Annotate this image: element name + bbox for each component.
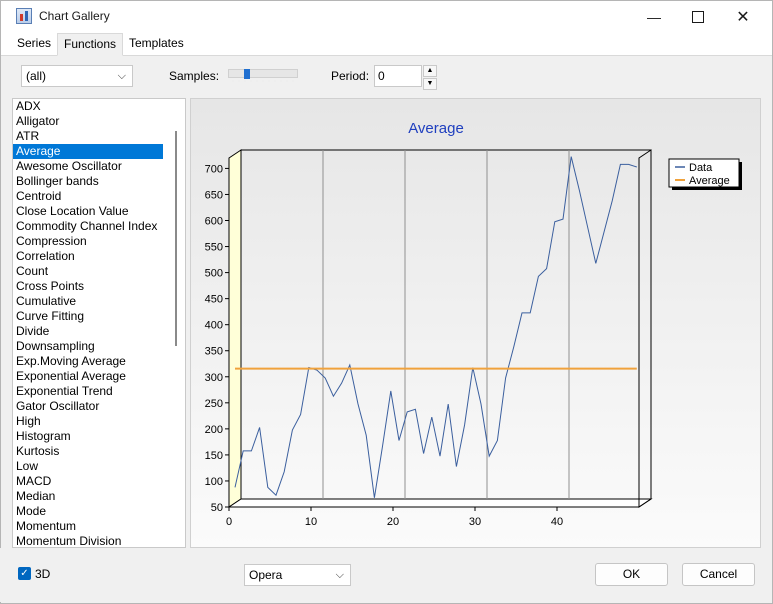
x-tick-label: 30 xyxy=(469,516,481,528)
samples-slider[interactable] xyxy=(228,69,298,78)
y-tick-label: 150 xyxy=(205,450,223,462)
y-tick-label: 400 xyxy=(205,320,223,332)
function-item[interactable]: High xyxy=(13,414,163,429)
spin-up-icon[interactable]: ▲ xyxy=(423,65,437,77)
tab-templates[interactable]: Templates xyxy=(123,33,190,54)
function-item[interactable]: Count xyxy=(13,264,163,279)
functions-list[interactable]: ADX Alligator ATR Average Awesome Oscillator… xyxy=(12,98,186,548)
y-tick-label: 500 xyxy=(205,268,223,280)
function-item[interactable]: Centroid xyxy=(13,189,163,204)
function-item[interactable]: Cross Points xyxy=(13,279,163,294)
function-item[interactable]: Average xyxy=(13,144,163,159)
cancel-button[interactable]: Cancel xyxy=(682,563,755,586)
tab-strip: Series Functions Templates xyxy=(1,33,772,56)
function-item[interactable]: Commodity Channel Index xyxy=(13,219,163,234)
function-item[interactable]: Low xyxy=(13,459,163,474)
function-item[interactable]: Awesome Oscillator xyxy=(13,159,163,174)
chart-plot-frame xyxy=(240,149,652,500)
function-item[interactable]: Median xyxy=(13,489,163,504)
samples-label: Samples: xyxy=(169,69,220,83)
function-item[interactable]: Downsampling xyxy=(13,339,163,354)
function-item[interactable]: Gator Oscillator xyxy=(13,399,163,414)
x-tick-label: 20 xyxy=(387,516,399,528)
function-item[interactable]: Compression xyxy=(13,234,163,249)
function-item[interactable]: MACD xyxy=(13,474,163,489)
chart-left-wall xyxy=(228,149,242,508)
average-chart: Average501001502002503003504004505005506… xyxy=(205,120,742,528)
function-item[interactable]: Momentum Division xyxy=(13,534,163,547)
spin-down-icon[interactable]: ▼ xyxy=(423,78,437,90)
samples-slider-thumb[interactable] xyxy=(244,69,250,79)
ok-button[interactable]: OK xyxy=(595,563,668,586)
checkbox-3d[interactable]: ✓ xyxy=(18,567,31,580)
function-item[interactable]: Curve Fitting xyxy=(13,309,163,324)
maximize-icon[interactable] xyxy=(675,1,721,33)
function-item[interactable]: Bollinger bands xyxy=(13,174,163,189)
y-tick-label: 250 xyxy=(205,398,223,410)
function-item[interactable]: Exponential Average xyxy=(13,369,163,384)
x-tick-label: 10 xyxy=(305,516,317,528)
list-scrollbar[interactable] xyxy=(175,131,177,346)
function-item[interactable]: Correlation xyxy=(13,249,163,264)
chart-preview: Average 50 100 150 200 250 300 350 400 450 500 550 6… xyxy=(190,98,761,548)
function-item[interactable]: Kurtosis xyxy=(13,444,163,459)
period-label: Period: xyxy=(331,69,370,83)
window-title: Chart Gallery xyxy=(39,9,110,23)
y-tick-label: 700 xyxy=(205,163,223,175)
period-input[interactable]: 0 xyxy=(374,65,422,87)
y-tick-label: 100 xyxy=(205,476,223,488)
function-item[interactable]: ADX xyxy=(13,99,163,114)
y-tick-label: 350 xyxy=(205,346,223,358)
function-item[interactable]: Cumulative xyxy=(13,294,163,309)
chart-app-icon xyxy=(16,8,32,24)
filter-combobox[interactable]: (all) ⌵ xyxy=(21,65,133,87)
tab-series[interactable]: Series xyxy=(11,33,57,54)
y-tick-label: 50 xyxy=(211,502,223,514)
chart-floor xyxy=(227,498,653,508)
chart-title: Average xyxy=(408,120,464,137)
y-tick-label: 300 xyxy=(205,372,223,384)
legend-data-label: Data xyxy=(689,162,713,174)
chevron-down-icon: ⌵ xyxy=(335,569,344,581)
function-item[interactable]: Divide xyxy=(13,324,163,339)
function-item[interactable]: Histogram xyxy=(13,429,163,444)
function-item[interactable]: Mode xyxy=(13,504,163,519)
theme-value: Opera xyxy=(249,568,283,582)
samples-slider-ticks xyxy=(230,80,296,82)
function-item[interactable]: Close Location Value xyxy=(13,204,163,219)
function-item[interactable]: Alligator xyxy=(13,114,163,129)
y-tick-label: 650 xyxy=(205,189,223,201)
checkbox-3d-label: 3D xyxy=(35,567,51,581)
chevron-down-icon: ⌵ xyxy=(117,70,126,82)
tab-functions[interactable]: Functions xyxy=(57,33,124,56)
y-tick-label: 450 xyxy=(205,294,223,306)
legend-average-label: Average xyxy=(689,175,730,187)
y-tick-label: 550 xyxy=(205,242,223,254)
function-item[interactable]: Exponential Trend xyxy=(13,384,163,399)
y-tick-label: 200 xyxy=(205,424,223,436)
x-tick-label: 40 xyxy=(551,516,563,528)
period-spinner: ▲ ▼ xyxy=(423,65,437,90)
close-icon[interactable]: ✕ xyxy=(720,1,766,33)
title-bar: Chart Gallery — ✕ xyxy=(1,1,772,33)
x-tick-label: 0 xyxy=(226,516,232,528)
function-item[interactable]: ATR xyxy=(13,129,163,144)
theme-combobox[interactable]: Opera ⌵ xyxy=(244,564,351,586)
y-tick-label: 600 xyxy=(205,216,223,228)
minimize-icon[interactable]: — xyxy=(631,1,677,33)
chart-right-edge xyxy=(638,149,652,508)
data-series-line xyxy=(234,156,637,498)
function-item[interactable]: Exp.Moving Average xyxy=(13,354,163,369)
filter-value: (all) xyxy=(26,69,46,83)
function-item[interactable]: Momentum xyxy=(13,519,163,534)
